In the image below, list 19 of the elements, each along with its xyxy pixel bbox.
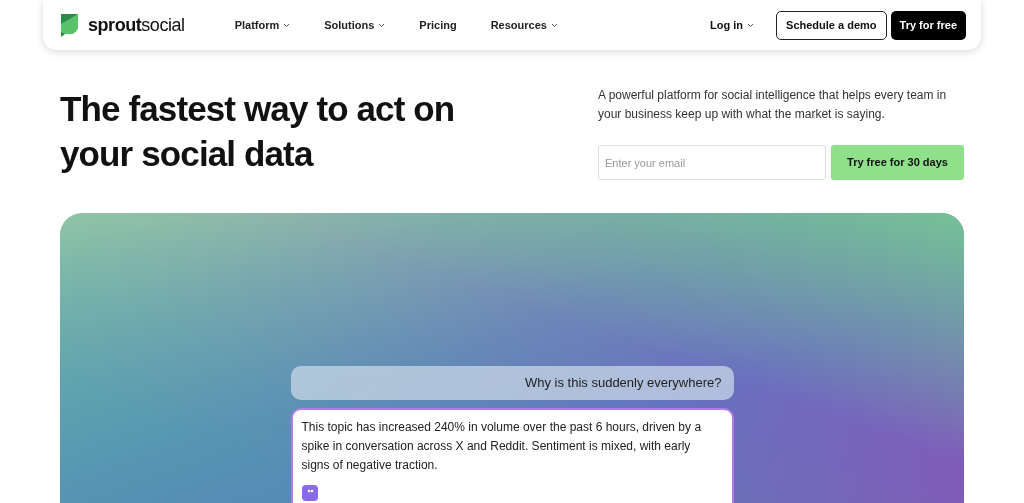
answer-text: This topic has increased 240% in volume over the past 6 hours, driven by a spike in conversation across X and Reddit. Sentiment is mixed, with early signs of negative traction. bbox=[301, 419, 702, 474]
nav-link[interactable]: Solutions bbox=[324, 16, 386, 34]
question-bubble: Why is this suddenly everywhere? bbox=[290, 366, 734, 400]
nav-link[interactable]: Platform bbox=[234, 16, 291, 34]
nav-link[interactable]: Pricing bbox=[419, 16, 457, 34]
chevron-down-icon bbox=[747, 22, 755, 28]
logo-wordmark[interactable]: sproutsocial bbox=[88, 11, 185, 39]
chevron-down-icon bbox=[378, 22, 386, 28]
schedule-demo-button[interactable]: Schedule a demo bbox=[776, 10, 887, 40]
start-trial-button[interactable]: Try free for 30 days bbox=[831, 145, 964, 180]
nav-link[interactable]: Resources bbox=[490, 16, 558, 34]
hero-headline: The fastest way to act on your social data bbox=[60, 88, 456, 175]
try-free-button[interactable]: Try for free bbox=[890, 10, 966, 40]
chevron-down-icon bbox=[283, 22, 291, 28]
leaf-logo-icon bbox=[58, 12, 80, 38]
email-field[interactable]: Enter your email bbox=[598, 145, 826, 180]
hero-description: A powerful platform for social intelligence that helps every team in your business keep up with what the market is saying. bbox=[598, 87, 948, 123]
login-link[interactable]: Log in bbox=[710, 16, 755, 34]
chevron-down-icon bbox=[550, 22, 558, 28]
